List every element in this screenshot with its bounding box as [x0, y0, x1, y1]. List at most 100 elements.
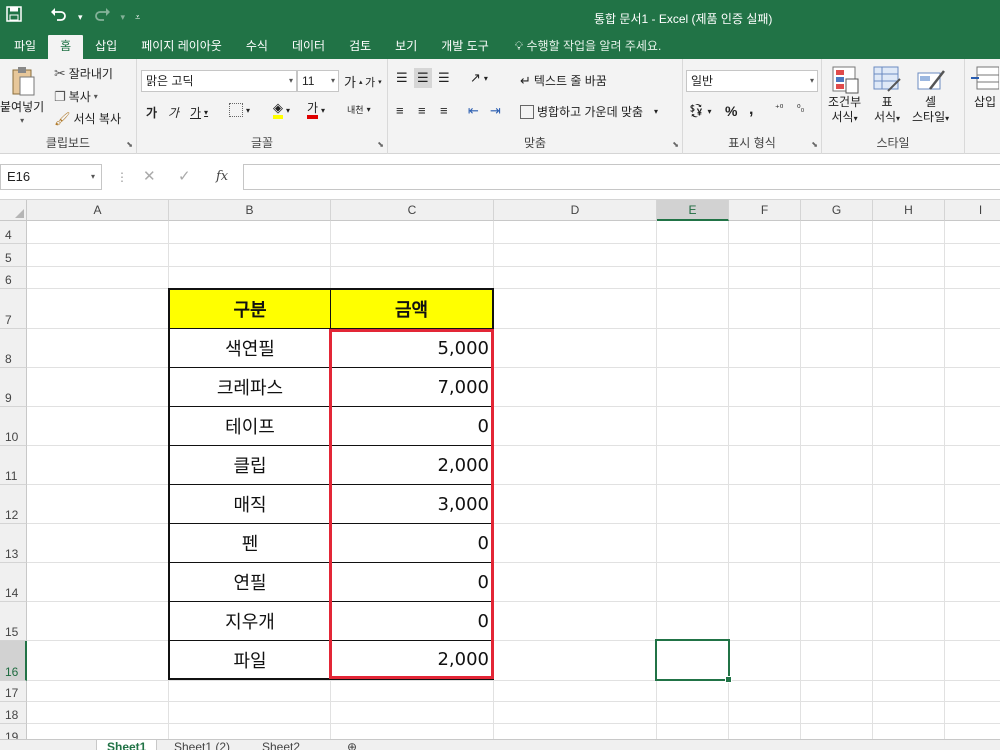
tab-view[interactable]: 보기: [383, 35, 429, 59]
table-header-category[interactable]: 구분: [170, 290, 331, 329]
redo-icon[interactable]: [93, 6, 111, 29]
undo-icon[interactable]: [50, 6, 68, 29]
font-launcher-icon[interactable]: ⬊: [377, 140, 384, 149]
tell-me-box[interactable]: 💡︎ 수행할 작업을 알려 주세요.: [501, 35, 662, 59]
clipboard-launcher-icon[interactable]: ⬊: [126, 140, 133, 149]
table-cell-label[interactable]: 크레파스: [170, 368, 331, 407]
merge-center-button[interactable]: 병합하고 가운데 맞춤 ▾: [520, 103, 658, 120]
row-header-6[interactable]: 6: [0, 267, 27, 289]
phonetic-button[interactable]: 내천 ▾: [347, 103, 371, 116]
row-header-9[interactable]: 9: [0, 368, 27, 407]
column-header-i[interactable]: I: [945, 200, 1000, 221]
tab-insert[interactable]: 삽입: [83, 35, 129, 59]
fill-color-button[interactable]: ◈ ▾: [273, 101, 290, 119]
formula-input[interactable]: [243, 164, 1000, 190]
conditional-format-button[interactable]: 조건부 서식▾: [828, 65, 861, 126]
table-cell-label[interactable]: 파일: [170, 641, 331, 678]
number-format-select[interactable]: 일반 ▾: [686, 70, 818, 92]
insert-cells-button[interactable]: 삽입: [971, 65, 999, 110]
row-header-12[interactable]: 12: [0, 485, 27, 524]
row-header-13[interactable]: 13: [0, 524, 27, 563]
row-header-10[interactable]: 10: [0, 407, 27, 446]
column-header-e[interactable]: E: [657, 200, 729, 221]
orientation-button[interactable]: ↗ ▾: [470, 70, 488, 86]
row-header-15[interactable]: 15: [0, 602, 27, 641]
tab-page-layout[interactable]: 페이지 레이아웃: [129, 35, 234, 59]
wrap-text-button[interactable]: ↵ 텍스트 줄 바꿈: [520, 72, 607, 89]
save-icon[interactable]: [6, 5, 22, 29]
increase-decimal-button[interactable]: ⁺⁰: [775, 103, 783, 114]
enter-icon[interactable]: ✓: [178, 164, 191, 190]
table-cell-label[interactable]: 테이프: [170, 407, 331, 446]
tab-formulas[interactable]: 수식: [234, 35, 280, 59]
sheet-tab-sheet2[interactable]: Sheet2: [262, 740, 300, 750]
align-bottom-button[interactable]: ☰: [438, 70, 450, 86]
select-all-button[interactable]: [0, 200, 27, 221]
worksheet-grid[interactable]: A B C D E F G H I 4 5 6 7 8 9 10 11 12 1…: [0, 200, 1000, 750]
cell-styles-button[interactable]: 셀 스타일▾: [912, 65, 949, 126]
undo-dropdown-icon[interactable]: ▾: [78, 6, 83, 28]
row-header-5[interactable]: 5: [0, 244, 27, 267]
number-launcher-icon[interactable]: ⬊: [811, 140, 818, 149]
table-cell-label[interactable]: 색연필: [170, 329, 331, 368]
name-box[interactable]: E16 ▾: [0, 164, 102, 190]
percent-button[interactable]: %: [725, 103, 737, 119]
decrease-decimal-button[interactable]: ⁰₀: [797, 103, 804, 114]
table-cell-label[interactable]: 연필: [170, 563, 331, 602]
row-header-17[interactable]: 17: [0, 681, 27, 702]
selected-cell-e16[interactable]: [655, 639, 732, 683]
column-header-d[interactable]: D: [494, 200, 657, 221]
column-header-c[interactable]: C: [331, 200, 494, 221]
underline-button[interactable]: 가 ▾: [190, 104, 208, 121]
bold-button[interactable]: 가: [146, 104, 157, 121]
column-header-a[interactable]: A: [27, 200, 169, 221]
column-header-g[interactable]: G: [801, 200, 873, 221]
cut-button[interactable]: ✂ 잘라내기: [54, 65, 113, 82]
row-header-4[interactable]: 4: [0, 221, 27, 244]
grow-font-button[interactable]: 가 ▴: [344, 72, 362, 91]
redo-dropdown-icon[interactable]: ▾: [121, 6, 126, 28]
tab-review[interactable]: 검토: [337, 35, 383, 59]
paste-button[interactable]: 붙여넣기 ▾: [0, 65, 44, 125]
font-size-select[interactable]: 11 ▾: [297, 70, 339, 92]
row-header-16[interactable]: 16: [0, 641, 27, 681]
table-cell-label[interactable]: 펜: [170, 524, 331, 563]
align-top-button[interactable]: ☰: [396, 70, 408, 86]
sheet-tab-sheet1[interactable]: Sheet1: [96, 740, 158, 750]
accounting-format-button[interactable]: 💱︎ ▾: [688, 103, 712, 119]
insert-function-icon[interactable]: fx: [216, 164, 228, 190]
decrease-indent-button[interactable]: ⇤: [468, 103, 479, 119]
column-header-f[interactable]: F: [729, 200, 801, 221]
table-cell-label[interactable]: 지우개: [170, 602, 331, 641]
align-right-button[interactable]: ≡: [440, 103, 448, 118]
row-header-11[interactable]: 11: [0, 446, 27, 485]
row-header-8[interactable]: 8: [0, 329, 27, 368]
comma-button[interactable]: ,: [749, 101, 753, 119]
align-middle-button[interactable]: ☰: [414, 68, 432, 88]
row-header-14[interactable]: 14: [0, 563, 27, 602]
tab-home[interactable]: 홈: [48, 35, 84, 59]
sheet-tab-sheet1-2[interactable]: Sheet1 (2): [174, 740, 230, 750]
format-painter-button[interactable]: 🖌︎ 서식 복사: [54, 110, 121, 127]
table-header-amount[interactable]: 금액: [331, 290, 492, 329]
column-header-b[interactable]: B: [169, 200, 331, 221]
increase-indent-button[interactable]: ⇥: [490, 103, 501, 119]
align-center-button[interactable]: ≡: [418, 103, 426, 118]
align-left-button[interactable]: ≡: [396, 103, 404, 118]
tab-developer[interactable]: 개발 도구: [429, 35, 501, 59]
copy-button[interactable]: ❐ 복사 ▾: [54, 88, 98, 105]
italic-button[interactable]: 가: [168, 104, 179, 121]
format-as-table-button[interactable]: 표 서식▾: [872, 65, 902, 126]
row-header-18[interactable]: 18: [0, 702, 27, 724]
table-cell-label[interactable]: 클립: [170, 446, 331, 485]
column-header-h[interactable]: H: [873, 200, 945, 221]
cancel-icon[interactable]: ✕: [143, 164, 156, 190]
font-color-button[interactable]: 가 ▾: [307, 101, 325, 119]
row-header-7[interactable]: 7: [0, 289, 27, 329]
customize-qat-icon[interactable]: ⩡: [135, 6, 140, 28]
alignment-launcher-icon[interactable]: ⬊: [672, 140, 679, 149]
tab-file[interactable]: 파일: [2, 35, 48, 59]
add-sheet-icon[interactable]: ⊕: [347, 740, 357, 750]
borders-button[interactable]: ▾: [229, 103, 250, 117]
shrink-font-button[interactable]: 가 ▾: [365, 74, 382, 90]
